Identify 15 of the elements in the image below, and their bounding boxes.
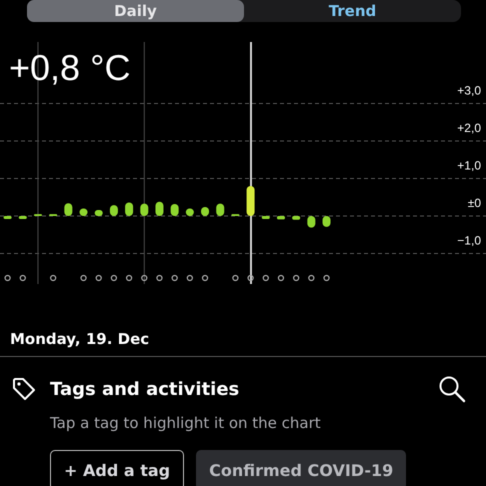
section-title: Tags and activities — [50, 378, 240, 400]
axis-label: +2,0 — [457, 121, 481, 135]
axis-label: +3,0 — [457, 84, 481, 98]
axis-label: +1,0 — [457, 158, 481, 172]
hint-text: Tap a tag to highlight it on the chart — [50, 414, 322, 432]
date-label: Monday, 19. Dec — [0, 290, 486, 357]
tag-chip[interactable]: Confirmed COVID-19 — [196, 450, 406, 486]
axis-label: ±0 — [468, 196, 481, 210]
axis-label: −1,0 — [457, 234, 481, 248]
add-tag-button[interactable]: + Add a tag — [50, 450, 184, 486]
tab[interactable]: Trend — [244, 0, 461, 22]
tab[interactable]: Daily — [27, 0, 244, 22]
search-icon[interactable] — [438, 375, 466, 403]
tag-icon — [12, 377, 36, 401]
temperature-reading: +0,8 °C — [9, 47, 130, 89]
